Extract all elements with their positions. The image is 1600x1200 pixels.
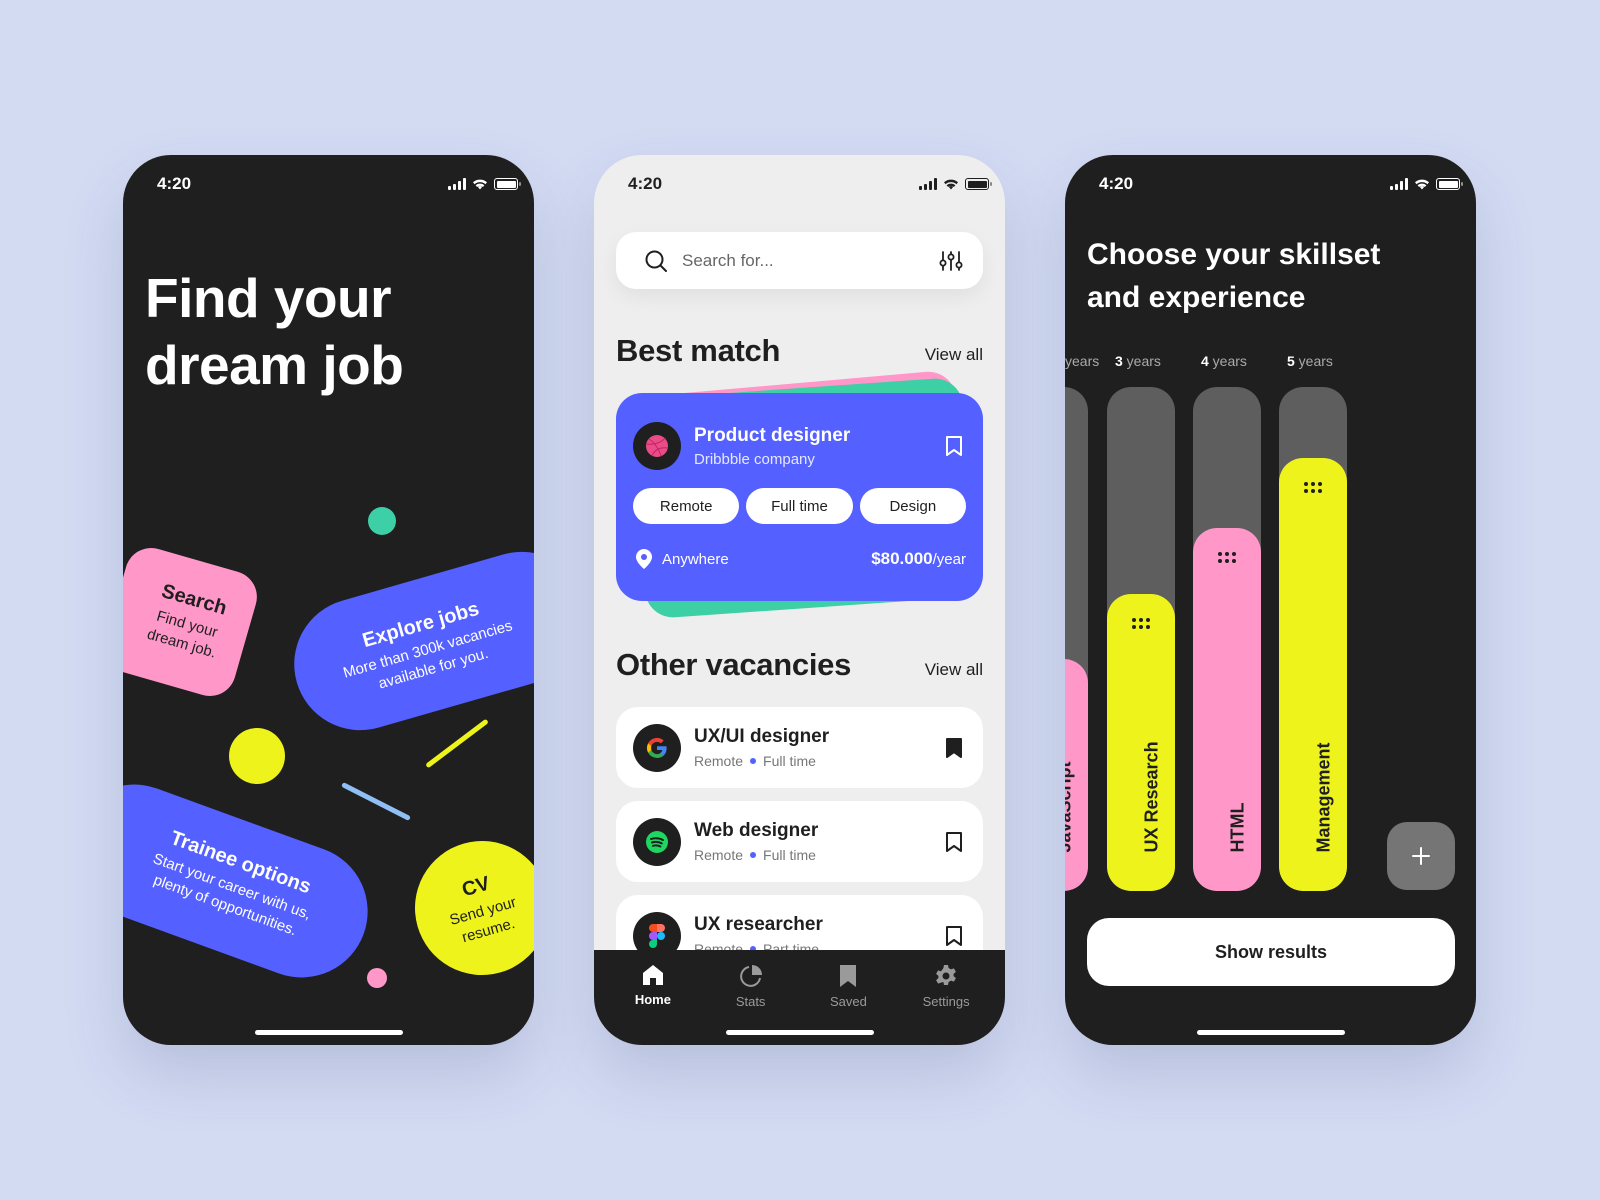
- tab-home[interactable]: Home: [613, 964, 693, 1045]
- skill-slider-fill[interactable]: UX Research: [1107, 594, 1175, 891]
- status-time: 4:20: [1099, 174, 1134, 193]
- home-indicator: [725, 1030, 874, 1035]
- show-results-button[interactable]: Show results: [1087, 918, 1455, 986]
- home-indicator: [254, 1030, 403, 1035]
- home-icon: [642, 965, 663, 985]
- search-input[interactable]: [682, 250, 939, 271]
- skills-screen: 4:20 Choose your skillset and experience…: [1065, 155, 1476, 1045]
- figma-icon: [649, 923, 665, 948]
- vacancy-item[interactable]: UX/UI designer Remote Full time: [616, 707, 983, 788]
- google-icon: [646, 737, 667, 758]
- cv-card[interactable]: CV Send your resume.: [399, 825, 534, 991]
- blue-line: [341, 782, 411, 821]
- experience-years-label: 3 years: [1115, 353, 1161, 369]
- bookmark-icon[interactable]: [945, 435, 963, 457]
- separator-dot: [750, 852, 757, 858]
- bookmark-icon[interactable]: [945, 925, 963, 947]
- plus-icon: [1412, 847, 1430, 865]
- skill-slider-track[interactable]: HTML: [1193, 387, 1261, 891]
- battery-icon: [965, 178, 992, 190]
- drag-handle-icon[interactable]: [1132, 618, 1150, 629]
- dribbble-logo: [633, 422, 681, 470]
- bookmark-icon[interactable]: [945, 831, 963, 853]
- tab-settings[interactable]: Settings: [906, 964, 986, 1045]
- other-vacancies-view-all[interactable]: View all: [925, 660, 983, 680]
- search-icon: [645, 250, 667, 272]
- skill-slider-track[interactable]: JavaScript: [1065, 387, 1088, 891]
- home-indicator: [1196, 1030, 1345, 1035]
- skill-slider-track[interactable]: Management: [1279, 387, 1347, 891]
- job-location: Anywhere: [662, 550, 729, 568]
- experience-years-label: 5 years: [1287, 353, 1333, 369]
- status-time: 4:20: [157, 174, 192, 193]
- skill-name: Management: [1313, 742, 1334, 853]
- tag-chip[interactable]: Full time: [746, 488, 853, 524]
- yellow-circle: [229, 728, 285, 784]
- bookmark-icon: [840, 965, 857, 987]
- hero-title: Find your dream job: [145, 267, 404, 396]
- home-screen: 4:20 Best match View all Product designe…: [594, 155, 1005, 1045]
- gear-icon: [936, 965, 957, 985]
- search-bar: [616, 232, 983, 289]
- google-logo: [633, 723, 681, 772]
- trainee-options-card[interactable]: Trainee options Start your career with u…: [123, 765, 387, 997]
- green-dot: [368, 507, 396, 535]
- experience-years-label: 4 years: [1201, 353, 1247, 369]
- skill-slider-fill[interactable]: Management: [1279, 458, 1347, 891]
- vacancy-title: Web designer: [694, 820, 819, 841]
- job-title: Product designer: [694, 424, 851, 446]
- drag-handle-icon[interactable]: [1304, 482, 1322, 493]
- best-match-card[interactable]: Product designer Dribbble company Remote…: [616, 393, 983, 601]
- skill-slider-fill[interactable]: JavaScript: [1065, 659, 1088, 891]
- wifi-icon: [1415, 179, 1429, 190]
- signal-icon: [448, 178, 466, 190]
- status-bar: 4:20: [594, 169, 1005, 199]
- wifi-icon: [944, 179, 958, 190]
- location-pin-icon: [636, 549, 652, 569]
- skills-title: Choose your skillset and experience: [1087, 238, 1381, 314]
- vacancy-title: UX researcher: [694, 914, 823, 935]
- add-skill-button[interactable]: [1387, 822, 1455, 890]
- tag-chip[interactable]: Remote: [633, 488, 740, 524]
- onboarding-screen: 4:20 Find your dream job Search Find you…: [123, 155, 534, 1045]
- skill-slider-track[interactable]: UX Research: [1107, 387, 1175, 891]
- signal-icon: [919, 178, 937, 190]
- skill-name: UX Research: [1141, 741, 1162, 853]
- filter-icon[interactable]: [939, 250, 963, 272]
- status-bar: 4:20: [123, 169, 534, 199]
- skill-slider-fill[interactable]: HTML: [1193, 528, 1261, 891]
- tag-chip[interactable]: Design: [859, 488, 966, 524]
- vacancy-item[interactable]: Web designer Remote Full time: [616, 801, 983, 882]
- pink-dot: [367, 968, 387, 988]
- yellow-line: [425, 718, 489, 769]
- battery-icon: [494, 178, 521, 190]
- wifi-icon: [473, 179, 487, 190]
- battery-icon: [1436, 178, 1463, 190]
- signal-icon: [1390, 178, 1408, 190]
- spotify-logo: [633, 817, 681, 866]
- separator-dot: [750, 758, 757, 764]
- skill-name: JavaScript: [1065, 761, 1075, 853]
- dribbble-icon: [646, 435, 669, 457]
- spotify-icon: [646, 830, 668, 853]
- pie-chart-icon: [739, 965, 762, 987]
- best-match-view-all[interactable]: View all: [925, 345, 983, 365]
- salary-period: /year: [932, 551, 966, 568]
- status-time: 4:20: [628, 174, 663, 193]
- status-bar: 4:20: [1065, 169, 1476, 199]
- salary-amount: $80.000: [871, 549, 933, 568]
- skill-name: HTML: [1227, 802, 1248, 853]
- explore-jobs-card[interactable]: Explore jobs More than 300k vacancies av…: [278, 536, 534, 746]
- other-vacancies-heading: Other vacancies: [616, 647, 852, 682]
- drag-handle-icon[interactable]: [1218, 552, 1236, 563]
- experience-years-label: years: [1065, 353, 1100, 369]
- bookmark-filled-icon[interactable]: [945, 737, 963, 759]
- best-match-heading: Best match: [616, 333, 781, 368]
- company-name: Dribbble company: [694, 450, 815, 468]
- search-card[interactable]: Search Find your dream job.: [123, 541, 264, 703]
- vacancy-title: UX/UI designer: [694, 726, 830, 747]
